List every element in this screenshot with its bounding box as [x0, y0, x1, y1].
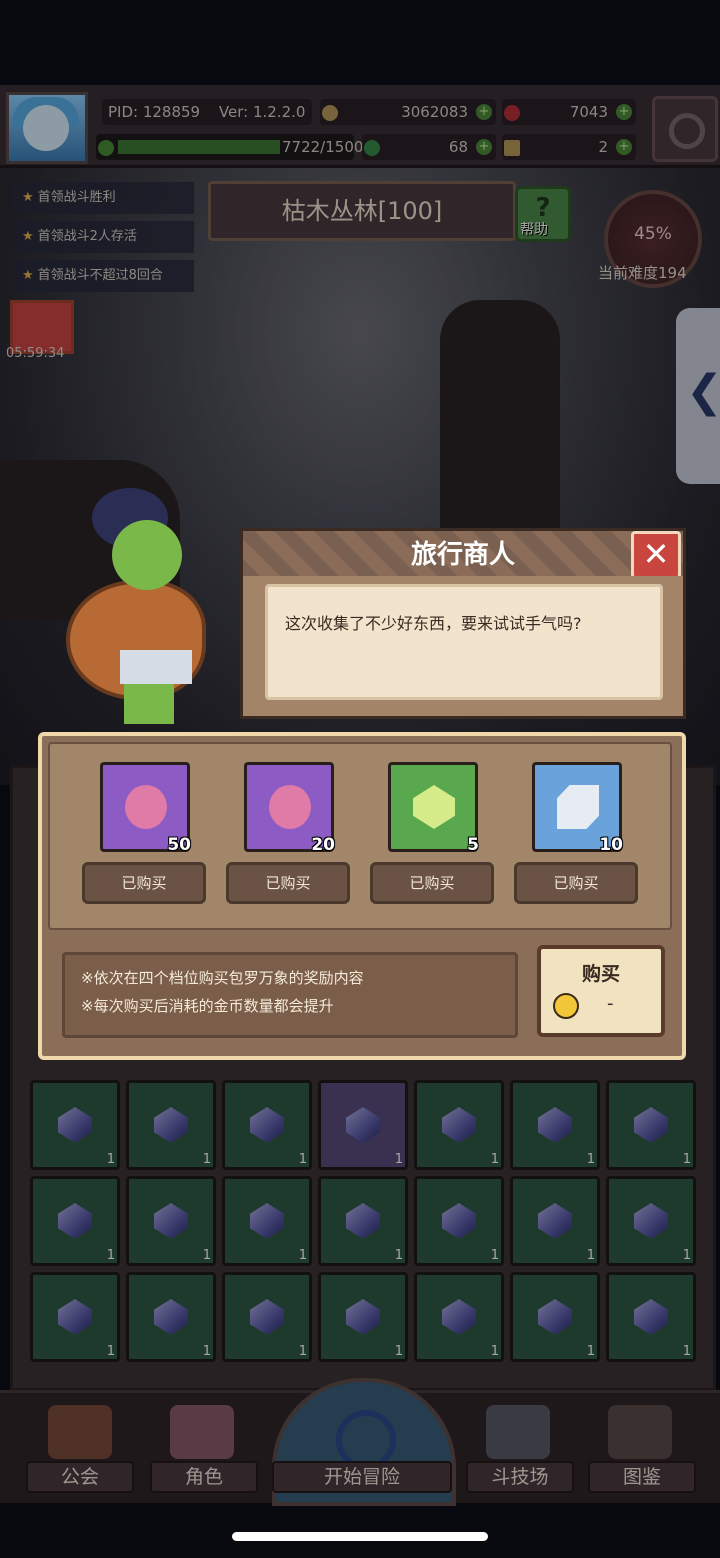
buy-button[interactable]: 购买 - — [537, 945, 665, 1037]
item-count: 10 — [599, 835, 623, 855]
close-button[interactable]: ✕ — [631, 531, 681, 579]
note-line-2: ※每次购买后消耗的金币数量都会提升 — [81, 997, 334, 1015]
shop-item-slot[interactable]: 50 — [100, 762, 191, 855]
purchased-status-button[interactable]: 已购买 — [82, 862, 206, 904]
purchased-status-button[interactable]: 已购买 — [370, 862, 494, 904]
shop-item-slot[interactable]: 10 — [532, 762, 623, 855]
dialog-body: 这次收集了不少好东西，要来试试手气吗? — [240, 576, 686, 719]
shop-item-slot[interactable]: 20 — [244, 762, 335, 855]
silver-cube-icon — [557, 785, 599, 829]
item-count: 5 — [467, 835, 479, 855]
green-crystal-icon — [413, 785, 455, 829]
pink-fruit-icon — [125, 785, 167, 829]
game-screen: PID: 128859 Ver: 1.2.2.0 3062083 + 7043 … — [0, 0, 720, 1558]
item-count: 50 — [167, 835, 191, 855]
merchant-head — [112, 520, 182, 590]
pink-fruit-icon — [269, 785, 311, 829]
purchased-status-button[interactable]: 已购买 — [514, 862, 638, 904]
item-count: 20 — [311, 835, 335, 855]
note-line-1: ※依次在四个档位购买包罗万象的奖励内容 — [81, 969, 364, 987]
shop-item-slot[interactable]: 5 — [388, 762, 479, 855]
buy-label: 购买 — [581, 963, 620, 985]
home-indicator[interactable] — [232, 1532, 488, 1541]
dialog-title: 旅行商人 — [240, 528, 686, 582]
purchased-status-button[interactable]: 已购买 — [226, 862, 350, 904]
merchant-legs — [124, 684, 174, 724]
shop-notes: ※依次在四个档位购买包罗万象的奖励内容 ※每次购买后消耗的金币数量都会提升 — [62, 952, 518, 1038]
dialog-speech-box — [265, 584, 663, 700]
merchant-shorts — [120, 650, 192, 684]
close-icon: ✕ — [642, 535, 670, 573]
coin-icon — [553, 993, 579, 1019]
dialog-message: 这次收集了不少好东西，要来试试手气吗? — [285, 614, 582, 633]
buy-price: - — [607, 993, 614, 1014]
